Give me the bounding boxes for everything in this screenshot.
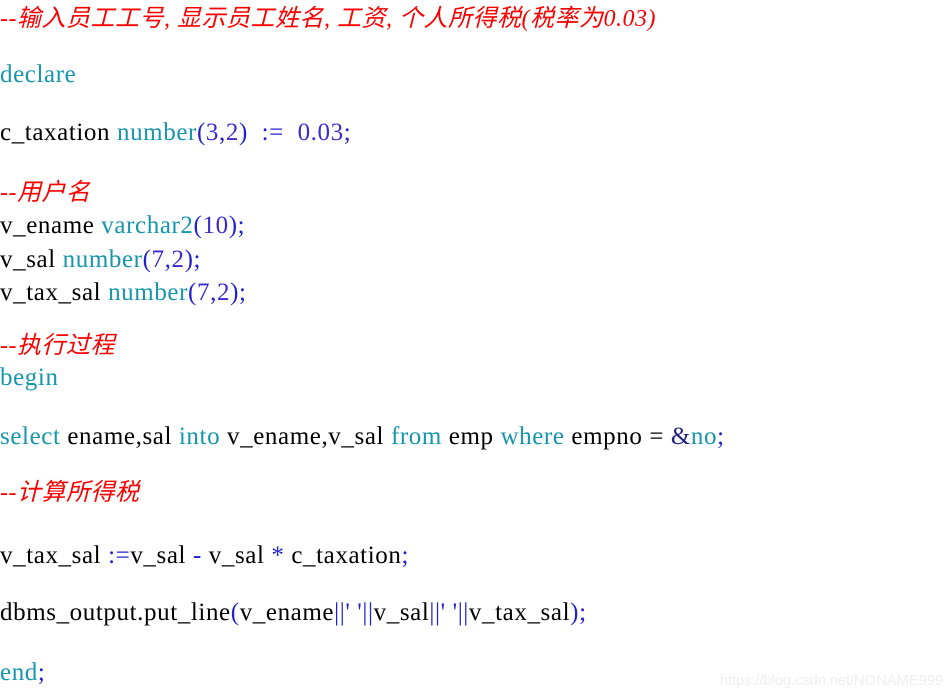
- code-token-plain: ename,sal: [60, 423, 179, 450]
- code-line: v_sal number(7,2);: [0, 245, 201, 275]
- code-line: v_ename varchar2(10);: [0, 211, 245, 241]
- code-token-op: *: [271, 542, 285, 569]
- code-token-type: number: [108, 279, 189, 306]
- code-token-punct: ;: [237, 212, 246, 239]
- code-line: end;: [0, 658, 45, 688]
- code-token-type: number: [62, 246, 143, 273]
- code-comment-line: --用户名: [0, 180, 91, 206]
- code-token-number: 2: [216, 279, 231, 306]
- code-token-keyword: where: [500, 423, 565, 450]
- code-token-plain: c_taxation: [0, 119, 117, 146]
- code-token-number: 7: [196, 279, 211, 306]
- code-token-punct: (: [188, 279, 197, 306]
- code-token-string: ' ': [345, 599, 363, 626]
- code-token-type: number: [116, 119, 197, 146]
- watermark-text: https://blog.csdn.net/NONAME999: [719, 672, 943, 689]
- code-token-punct: ): [228, 212, 238, 239]
- code-token-plain: v_sal: [0, 246, 63, 273]
- code-token-number: 2: [171, 246, 185, 273]
- code-token-type: varchar2: [101, 212, 194, 239]
- code-token-plain: v_tax_sal: [468, 599, 571, 626]
- code-editor-canvas: --输入员工工号, 显示员工姓名, 工资, 个人所得税(税率为0.03) decl…: [0, 0, 949, 697]
- code-token-keyword: begin: [0, 364, 59, 391]
- code-token-op: -: [192, 542, 202, 569]
- code-token-op: ||: [362, 599, 374, 626]
- code-token-plain: dbms_output.put_line: [0, 599, 231, 626]
- code-token-op: :=: [108, 542, 131, 569]
- code-token-plain: v_sal: [373, 599, 430, 626]
- code-token-plain: v_tax_sal: [0, 542, 109, 569]
- code-token-amp: &: [670, 423, 691, 450]
- code-token-punct: ;: [343, 119, 352, 146]
- code-token-plain: v_sal: [201, 542, 272, 569]
- code-token-plain: v_sal: [130, 542, 193, 569]
- code-line: select ename,sal into v_ename,v_sal from…: [0, 422, 725, 452]
- code-comment-line: --计算所得税: [0, 480, 140, 506]
- code-token-punct: ;: [717, 423, 725, 450]
- code-line: begin: [0, 363, 59, 393]
- code-token-punct: ;: [37, 659, 46, 686]
- code-token-number: 2: [225, 119, 239, 146]
- code-token-punct: ;: [401, 542, 410, 569]
- code-token-plain: v_ename: [0, 212, 102, 239]
- code-token-plain: v_ename: [239, 599, 335, 626]
- code-line: declare: [0, 60, 76, 90]
- code-token-punct: ): [570, 599, 580, 626]
- code-token-punct: ): [184, 246, 194, 273]
- code-token-string: ' ': [440, 599, 458, 626]
- code-token-keyword: no: [690, 423, 718, 450]
- code-comment-line: --输入员工工号, 显示员工姓名, 工资, 个人所得税(税率为0.03): [0, 6, 656, 32]
- code-line: v_tax_sal number(7,2);: [0, 278, 247, 308]
- code-token-op: ||: [334, 599, 346, 626]
- code-token-punct: (: [142, 246, 152, 273]
- code-token-op: ||: [457, 599, 469, 626]
- code-token-plain: c_taxation: [284, 542, 402, 569]
- code-token-number: 10: [202, 212, 229, 239]
- code-token-punct: (: [230, 599, 240, 626]
- code-token-keyword: from: [390, 423, 442, 450]
- code-token-plain: v_ename,v_sal: [220, 423, 391, 450]
- code-token-keyword: select: [0, 423, 61, 450]
- code-token-op: ||: [429, 599, 441, 626]
- code-token-keyword: into: [178, 423, 221, 450]
- code-token-plain: empno: [564, 423, 650, 450]
- code-token-keyword: end: [0, 659, 38, 686]
- code-comment-line: --执行过程: [0, 333, 115, 359]
- code-token-punct: ,: [219, 119, 226, 146]
- code-token-punct: ;: [193, 246, 202, 273]
- code-token-punct: ;: [239, 279, 247, 306]
- code-token-punct: ;: [579, 599, 587, 626]
- code-line: c_taxation number(3,2) := 0.03;: [0, 118, 351, 148]
- code-token-plain: v_tax_sal: [0, 279, 109, 306]
- code-token-punct: ,: [164, 246, 172, 273]
- code-token-keyword: declare: [0, 61, 77, 88]
- code-token-punct: (: [196, 119, 206, 146]
- code-token-op: :=: [261, 119, 284, 146]
- code-line: dbms_output.put_line(v_ename||' '||v_sal…: [0, 598, 587, 628]
- code-token-number: 0.03: [297, 119, 344, 146]
- code-token-plain: emp: [441, 423, 501, 450]
- code-token-punct: ,: [210, 279, 217, 306]
- code-token-punct: ): [238, 119, 248, 146]
- code-line: v_tax_sal :=v_sal - v_sal * c_taxation;: [0, 541, 409, 571]
- code-token-punct: ): [230, 279, 239, 306]
- code-token-plain: =: [649, 423, 665, 450]
- code-token-number: 7: [151, 246, 165, 273]
- code-token-number: 3: [205, 119, 219, 146]
